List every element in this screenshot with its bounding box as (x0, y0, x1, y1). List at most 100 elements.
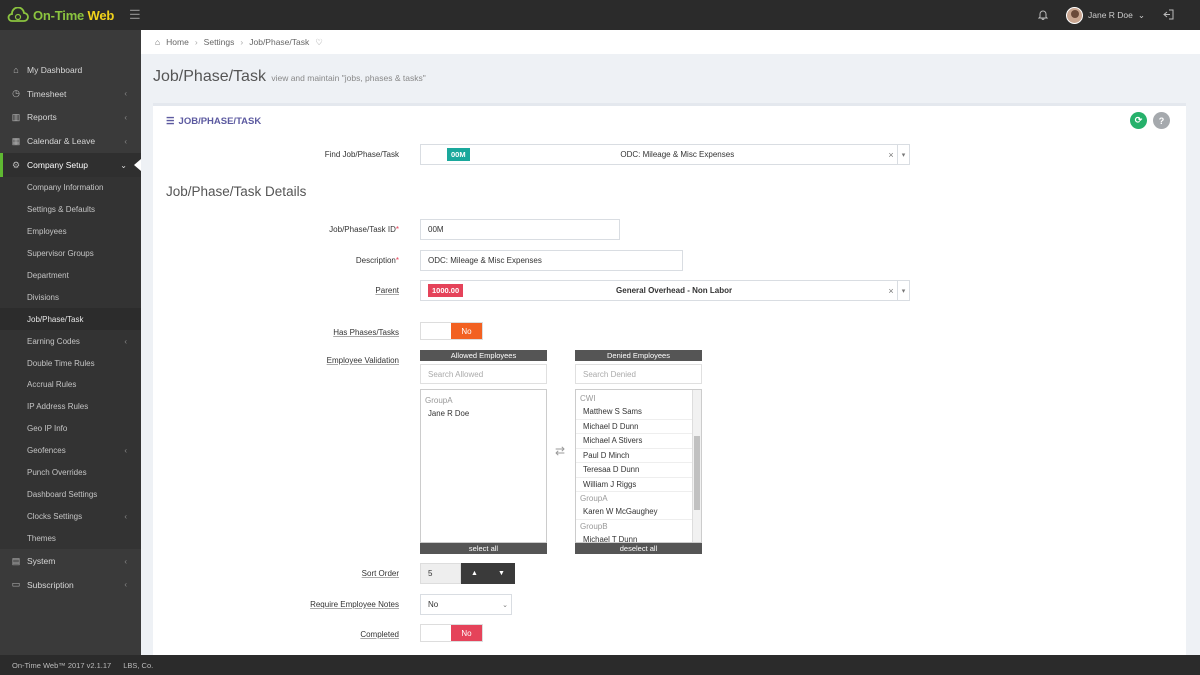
find-value: ODC: Mileage & Misc Expenses (620, 150, 735, 159)
sidebar-item-company-setup[interactable]: ⚙ Company Setup ⌄ (0, 153, 141, 177)
sidebar-subitem-dashboard-settings[interactable]: Dashboard Settings (0, 483, 141, 506)
gears-icon: ⚙ (11, 159, 21, 170)
list-item[interactable]: Teresaa D Dunn (576, 463, 701, 478)
bell-icon[interactable] (1037, 9, 1049, 22)
list-item[interactable]: Michael A Stivers (576, 434, 701, 449)
scrollbar[interactable] (692, 390, 701, 542)
description-input[interactable]: ODC: Mileage & Misc Expenses (420, 250, 683, 271)
list-item[interactable]: Jane R Doe (421, 407, 546, 422)
chevron-down-icon: ⌄ (1137, 9, 1145, 20)
clear-icon[interactable]: × (885, 286, 897, 296)
employee-validation-label: Employee Validation (326, 356, 399, 365)
sidebar-subitem-ip-address-rules[interactable]: IP Address Rules (0, 395, 141, 418)
refresh-icon[interactable]: ⟳ (1130, 112, 1147, 129)
footer: On-Time Web™ 2017 v2.1.17 LBS, Co. (0, 655, 1200, 675)
parent-tag: 1000.00 (428, 284, 464, 297)
home-icon: ⌂ (155, 37, 161, 47)
sidebar-subitem-themes[interactable]: Themes (0, 527, 141, 550)
list-item[interactable]: Michael T Dunn (576, 533, 701, 543)
sidebar-item-subscription[interactable]: ▭ Subscription ‹ (0, 573, 141, 597)
clear-icon[interactable]: × (885, 150, 897, 160)
find-label: Find Job/Phase/Task (324, 150, 399, 159)
sidebar-subitem-divisions[interactable]: Divisions (0, 286, 141, 309)
list-item[interactable]: Paul D Minch (576, 449, 701, 463)
sidebar-subitem-department[interactable]: Department (0, 264, 141, 287)
denied-search-input[interactable]: Search Denied (575, 364, 702, 384)
has-phases-value: No (451, 323, 482, 339)
sidebar-item-calendar-leave[interactable]: ▦ Calendar & Leave ‹ (0, 129, 141, 153)
menu-toggle-icon[interactable]: ☰ (129, 7, 141, 23)
id-input[interactable]: 00M (420, 219, 620, 240)
allowed-employees-list: Allowed Employees Search Allowed GroupA … (420, 350, 547, 554)
denied-list-body[interactable]: CWI Matthew S Sams Michael D Dunn Michae… (575, 389, 702, 543)
chevron-down-icon[interactable]: ▾ (897, 145, 909, 164)
details-title: Job/Phase/Task Details (166, 184, 307, 199)
has-phases-label: Has Phases/Tasks (333, 328, 399, 337)
deselect-all-button[interactable]: deselect all (575, 543, 702, 554)
chevron-down-icon[interactable]: ▼ (488, 563, 515, 584)
page-title: Job/Phase/Task (153, 68, 266, 85)
sort-order-label: Sort Order (361, 569, 399, 578)
sidebar-item-system[interactable]: ▤ System ‹ (0, 549, 141, 573)
scrollbar-thumb[interactable] (694, 436, 700, 510)
page-header: Job/Phase/Task view and maintain "jobs, … (141, 54, 1200, 94)
denied-header: Denied Employees (575, 350, 702, 361)
allowed-group: GroupA (425, 396, 453, 405)
find-select[interactable]: 00M ODC: Mileage & Misc Expenses × ▾ (420, 144, 910, 165)
help-button[interactable]: ? (1153, 112, 1170, 129)
chevron-up-icon[interactable]: ▲ (461, 563, 488, 584)
breadcrumb-home[interactable]: Home (166, 37, 189, 47)
parent-select[interactable]: 1000.00 General Overhead - Non Labor × ▾ (420, 280, 910, 301)
has-phases-toggle[interactable]: No (420, 322, 483, 340)
require-notes-select[interactable]: No ⌄ (420, 594, 512, 615)
logout-icon[interactable] (1163, 9, 1174, 22)
sort-order-input[interactable]: 5 (420, 563, 461, 584)
heart-icon[interactable]: ♡ (315, 37, 323, 48)
denied-employees-list: Denied Employees Search Denied CWI Matth… (575, 350, 702, 554)
allowed-search-input[interactable]: Search Allowed (420, 364, 547, 384)
chevron-down-icon: ⌄ (502, 601, 508, 609)
server-icon: ▤ (11, 555, 21, 566)
calendar-icon: ▦ (11, 135, 21, 146)
swap-arrows-icon: ⇄ (555, 444, 566, 458)
list-item[interactable]: Michael D Dunn (576, 420, 701, 434)
chevron-left-icon: ‹ (124, 336, 127, 346)
sidebar-subitem-company-information[interactable]: Company Information (0, 176, 141, 199)
breadcrumb-current: Job/Phase/Task (249, 37, 310, 47)
sidebar-subitem-earning-codes[interactable]: Earning Codes ‹ (0, 330, 141, 353)
sidebar-subitem-supervisor-groups[interactable]: Supervisor Groups (0, 242, 141, 265)
breadcrumb-settings[interactable]: Settings (204, 37, 235, 47)
allowed-header: Allowed Employees (420, 350, 547, 361)
sidebar-subitem-geofences[interactable]: Geofences ‹ (0, 439, 141, 462)
chevron-left-icon: ‹ (124, 580, 127, 590)
sidebar-item-my-dashboard[interactable]: ⌂ My Dashboard (0, 58, 141, 82)
user-menu[interactable]: Jane R Doe ⌄ (1065, 6, 1145, 24)
job-phase-task-panel: ☰ JOB/PHASE/TASK ⟳ ? Find Job/Phase/Task… (153, 103, 1186, 663)
list-item[interactable]: Matthew S Sams (576, 405, 701, 420)
sidebar-subitem-settings-defaults[interactable]: Settings & Defaults (0, 198, 141, 221)
select-all-button[interactable]: select all (420, 543, 547, 554)
sidebar-subitem-job-phase-task[interactable]: Job/Phase/Task (0, 308, 141, 331)
sidebar-subitem-clocks-settings[interactable]: Clocks Settings ‹ (0, 505, 141, 528)
page-subtitle: view and maintain "jobs, phases & tasks" (271, 73, 426, 83)
sidebar-subitem-accrual-rules[interactable]: Accrual Rules (0, 374, 141, 396)
sidebar-item-timesheet[interactable]: ◷ Timesheet ‹ (0, 82, 141, 106)
avatar (1065, 6, 1083, 24)
sidebar-subitem-double-time-rules[interactable]: Double Time Rules (0, 352, 141, 374)
completed-toggle[interactable]: No (420, 624, 483, 642)
logo-text: On-Time Web (33, 7, 115, 23)
chevron-right-icon: › (194, 37, 198, 47)
footer-company: LBS, Co. (123, 660, 154, 670)
completed-value: No (451, 625, 482, 641)
chevron-down-icon[interactable]: ▾ (897, 281, 909, 300)
user-name: Jane R Doe (1087, 10, 1133, 20)
sidebar-subitem-employees[interactable]: Employees (0, 220, 141, 243)
list-item[interactable]: Karen W McGaughey (576, 505, 701, 520)
sidebar-subitem-punch-overrides[interactable]: Punch Overrides (0, 461, 141, 484)
main-content: ⌂ Home › Settings › Job/Phase/Task ♡ Job… (141, 30, 1200, 663)
app-logo[interactable]: On-Time Web (0, 0, 141, 30)
allowed-list-body[interactable]: GroupA Jane R Doe (420, 389, 547, 543)
list-item[interactable]: William J Riggs (576, 478, 701, 492)
sidebar-subitem-geo-ip-info[interactable]: Geo IP Info (0, 417, 141, 440)
sidebar-item-reports[interactable]: ▥ Reports ‹ (0, 106, 141, 130)
